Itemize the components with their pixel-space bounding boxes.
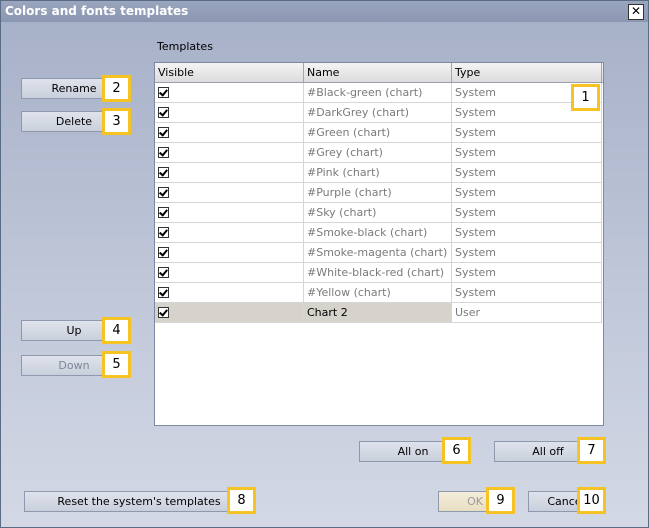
table-row[interactable]: #Black-green (chart) System (155, 83, 603, 103)
annotation-badge-3: 3 (102, 108, 131, 135)
annotation-badge-6: 6 (442, 437, 471, 464)
table-row[interactable]: #Grey (chart) System (155, 143, 603, 163)
template-type-cell: System (452, 263, 602, 283)
visible-checkbox[interactable] (158, 187, 169, 198)
templates-grid[interactable]: Visible Name Type #Black-green (chart) Sy… (154, 62, 604, 426)
visible-checkbox[interactable] (158, 227, 169, 238)
column-header-type[interactable]: Type (452, 63, 602, 82)
table-row[interactable]: #Pink (chart) System (155, 163, 603, 183)
table-row[interactable]: #Green (chart) System (155, 123, 603, 143)
template-name-cell: #Smoke-black (chart) (304, 223, 452, 243)
reset-system-templates-button[interactable]: Reset the system's templates (24, 491, 254, 512)
visible-cell (155, 283, 304, 303)
template-name-cell: #Green (chart) (304, 123, 452, 143)
visible-cell (155, 223, 304, 243)
template-type-cell: User (452, 303, 602, 323)
visible-cell (155, 303, 304, 323)
template-name-cell: #Yellow (chart) (304, 283, 452, 303)
visible-checkbox[interactable] (158, 87, 169, 98)
visible-checkbox[interactable] (158, 127, 169, 138)
visible-checkbox[interactable] (158, 287, 169, 298)
table-row[interactable]: #Smoke-black (chart) System (155, 223, 603, 243)
visible-checkbox[interactable] (158, 307, 169, 318)
template-type-cell: System (452, 203, 602, 223)
template-type-cell: System (452, 183, 602, 203)
visible-cell (155, 243, 304, 263)
visible-checkbox[interactable] (158, 267, 169, 278)
visible-cell (155, 143, 304, 163)
visible-cell (155, 83, 304, 103)
visible-checkbox[interactable] (158, 107, 169, 118)
annotation-badge-8: 8 (227, 487, 256, 514)
template-type-cell: System (452, 223, 602, 243)
column-header-visible[interactable]: Visible (155, 63, 304, 82)
annotation-badge-9: 9 (486, 487, 515, 514)
table-row[interactable]: #DarkGrey (chart) System (155, 103, 603, 123)
title-bar[interactable]: Colors and fonts templates ✕ (1, 1, 648, 22)
visible-cell (155, 123, 304, 143)
template-name-cell: #White-black-red (chart) (304, 263, 452, 283)
template-type-cell: System (452, 283, 602, 303)
template-type-cell: System (452, 243, 602, 263)
grid-header: Visible Name Type (155, 63, 603, 83)
table-row[interactable]: Chart 2 User (155, 303, 603, 323)
table-row[interactable]: #White-black-red (chart) System (155, 263, 603, 283)
visible-checkbox[interactable] (158, 247, 169, 258)
template-name-cell: #Pink (chart) (304, 163, 452, 183)
template-name-cell: #DarkGrey (chart) (304, 103, 452, 123)
template-name-cell: #Black-green (chart) (304, 83, 452, 103)
visible-checkbox[interactable] (158, 207, 169, 218)
template-name-cell: #Grey (chart) (304, 143, 452, 163)
window-title: Colors and fonts templates (5, 4, 189, 18)
annotation-badge-10: 10 (577, 487, 606, 514)
template-type-cell: System (452, 143, 602, 163)
visible-cell (155, 183, 304, 203)
template-name-cell: #Purple (chart) (304, 183, 452, 203)
annotation-badge-5: 5 (102, 351, 131, 378)
visible-cell (155, 163, 304, 183)
templates-label: Templates (157, 40, 213, 53)
template-name-cell: #Smoke-magenta (chart) (304, 243, 452, 263)
table-row[interactable]: #Sky (chart) System (155, 203, 603, 223)
template-name-cell: Chart 2 (304, 303, 452, 323)
visible-cell (155, 103, 304, 123)
annotation-badge-4: 4 (102, 317, 131, 344)
close-icon[interactable]: ✕ (628, 4, 644, 20)
dialog-window: Colors and fonts templates ✕ Templates V… (0, 0, 649, 528)
dialog-body: Templates Visible Name Type #Black-green… (1, 22, 648, 527)
visible-checkbox[interactable] (158, 167, 169, 178)
table-row[interactable]: #Yellow (chart) System (155, 283, 603, 303)
annotation-badge-1: 1 (571, 84, 600, 111)
visible-checkbox[interactable] (158, 147, 169, 158)
template-type-cell: System (452, 163, 602, 183)
column-header-name[interactable]: Name (304, 63, 452, 82)
visible-cell (155, 263, 304, 283)
template-type-cell: System (452, 123, 602, 143)
visible-cell (155, 203, 304, 223)
table-row[interactable]: #Purple (chart) System (155, 183, 603, 203)
template-name-cell: #Sky (chart) (304, 203, 452, 223)
table-row[interactable]: #Smoke-magenta (chart) System (155, 243, 603, 263)
annotation-badge-7: 7 (577, 437, 606, 464)
annotation-badge-2: 2 (102, 75, 131, 102)
